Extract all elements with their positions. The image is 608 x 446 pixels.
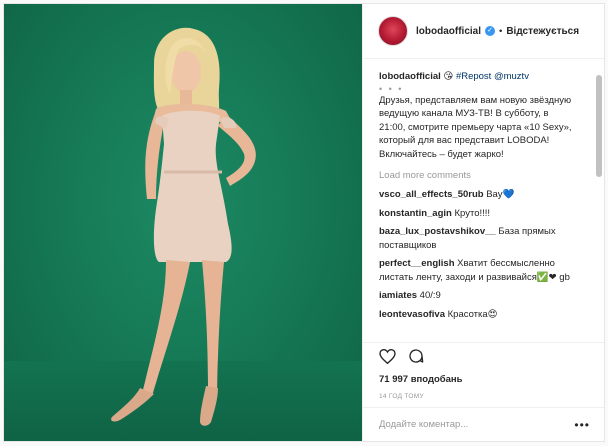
comment-username[interactable]: iamiates [379, 290, 417, 301]
post-caption: lobodaofficial 😘 #Repost @muztv • • • Др… [379, 70, 590, 161]
comment-text: 40/:9 [419, 290, 441, 301]
comment-text: Красотка😍 [447, 308, 498, 320]
separator-dot: • [499, 25, 503, 37]
comment-username[interactable]: baza_lux_postavshikov__ [379, 226, 496, 237]
post-modal: lobodaofficial ✓ • Відстежується lobodao… [3, 3, 605, 442]
comment-username[interactable]: leontevasofiva [379, 309, 445, 320]
post-time[interactable]: 14 ГОД ТОМУ [363, 385, 604, 400]
heart-icon[interactable] [379, 348, 396, 367]
comment-username[interactable]: konstantin_agin [379, 208, 452, 219]
load-more-comments[interactable]: Load more comments [379, 170, 590, 181]
action-bar [363, 342, 604, 372]
caption-tag[interactable]: #Repost @muztv [456, 71, 529, 82]
comment-item: iamiates 40/:9 [379, 289, 590, 303]
add-comment-input[interactable]: Додайте коментар... [379, 419, 468, 430]
comments-list[interactable]: lobodaofficial 😘 #Repost @muztv • • • Др… [363, 59, 604, 342]
caption-username[interactable]: lobodaofficial [379, 71, 441, 82]
post-photo[interactable] [4, 4, 362, 441]
comment-text: Круто!!!! [454, 207, 491, 219]
woman-figure-image [111, 27, 256, 426]
comment-username[interactable]: vsco_all_effects_50rub [379, 189, 484, 200]
comment-icon[interactable] [408, 348, 424, 367]
comments-scrollbar[interactable] [596, 75, 602, 177]
post-header: lobodaofficial ✓ • Відстежується [363, 4, 604, 59]
follow-button[interactable]: Відстежується [506, 26, 579, 37]
post-side-panel: lobodaofficial ✓ • Відстежується lobodao… [362, 4, 604, 441]
avatar[interactable] [378, 16, 408, 46]
verified-icon: ✓ [485, 26, 495, 36]
comment-username[interactable]: perfect__english [379, 258, 455, 269]
caption-emoji-icon: 😘 [443, 71, 454, 82]
comment-text: Вау💙 [486, 189, 515, 200]
likes-count[interactable]: 71 997 вподобань [363, 372, 604, 385]
comment-item: konstantin_agin Круто!!!! [379, 207, 590, 221]
comment-item: leontevasofiva Красотка😍 [379, 308, 590, 322]
caption-dots: • • • [379, 83, 404, 94]
comment-item: vsco_all_effects_50rub Вау💙 [379, 188, 590, 202]
comment-item: baza_lux_postavshikov__ База прямых пост… [379, 225, 590, 252]
add-comment-bar: Додайте коментар... ••• [363, 407, 604, 441]
comment-item: perfect__english Хватит бессмысленно лис… [379, 257, 590, 284]
caption-text: Друзья, представляем вам новую звёздную … [379, 94, 572, 160]
header-username[interactable]: lobodaofficial [416, 26, 481, 37]
more-icon[interactable]: ••• [574, 418, 590, 432]
